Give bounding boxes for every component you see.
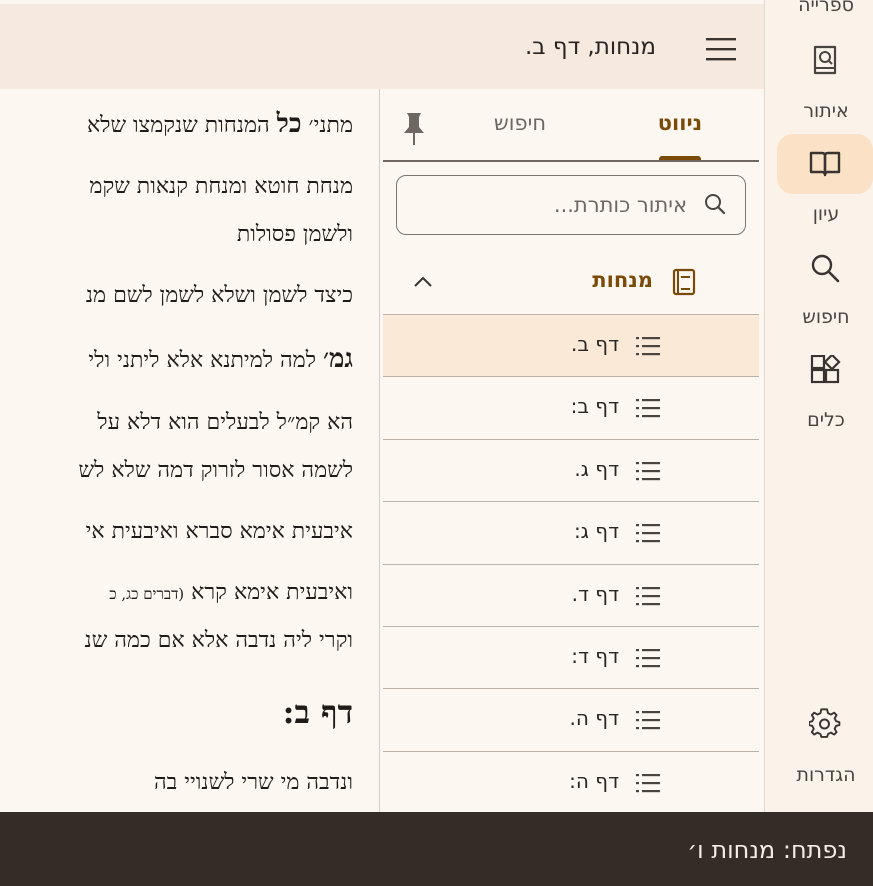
toc-item[interactable]: דף ג:: [383, 501, 759, 563]
toc-item-label: דף ד:: [571, 644, 619, 668]
daf-heading: דף ב:: [282, 693, 353, 731]
toc-item-label: דף ב:: [570, 394, 619, 419]
tab-search[interactable]: חיפוש: [485, 111, 555, 141]
toc-item[interactable]: דף ד:: [383, 626, 759, 688]
text-line: איבעית אימא סברא ואיבעית אי: [85, 519, 353, 544]
toc-item[interactable]: דף ה.: [383, 688, 759, 750]
tools-icon: [777, 341, 873, 401]
rail-item-label: כלים: [807, 409, 845, 431]
navigation-rail: ספרייה איתור עיון חיפוש כלים הגדרות: [764, 0, 873, 812]
toc-item-label: דף ג.: [574, 456, 619, 481]
hamburger-icon: [706, 38, 736, 61]
list-icon: [636, 337, 660, 356]
list-icon: [636, 586, 660, 605]
list-icon: [636, 524, 660, 543]
toc-item[interactable]: דף ה:: [383, 750, 759, 813]
list-icon: [636, 773, 660, 792]
text-line: ולשמן פסולות: [236, 222, 353, 247]
chevron-up-icon[interactable]: [411, 270, 435, 294]
page-title: מנחות, דף ב.: [524, 34, 656, 60]
text-line: וקרי ליה נדבה אלא אם כמה שנ: [84, 628, 353, 653]
toc-item[interactable]: דף ד.: [383, 563, 759, 626]
toc-search-field[interactable]: [396, 175, 746, 235]
toc-search-input[interactable]: [457, 182, 687, 228]
tab-divider: [383, 160, 759, 162]
text-line: מתני׳ כל המנחות שנקמצו שלא: [86, 109, 353, 139]
rail-item-label: הגדרות: [796, 764, 856, 786]
book-icon: [672, 268, 696, 296]
rail-item-label: איתור: [803, 100, 849, 122]
toc-item-label: דף ב.: [571, 332, 619, 356]
rail-item-label: עיון: [812, 203, 840, 225]
settings-icon: [777, 694, 873, 754]
pin-icon: [404, 113, 424, 145]
text-line: גמ׳ למה למיתנא אלא ליתני ולי: [88, 344, 353, 374]
toc-item-label: דף ד.: [571, 581, 619, 606]
text-line: ואיבעית אימא קרא (דברים כג, כ: [109, 580, 353, 605]
pin-button[interactable]: [398, 111, 430, 147]
text-line: כיצד לשמן ושלא לשמן לשם מנ: [85, 283, 353, 308]
snackbar-message: נפתח: מנחות ו׳: [687, 836, 847, 864]
toc-item-label: דף ג:: [573, 519, 619, 544]
list-icon: [636, 649, 660, 668]
navigation-panel: חיפוש ניווט מנחות דף ב. דף ב: דף ג. דף ג: דף…: [379, 89, 764, 812]
reader-header: מנחות, דף ב.: [0, 4, 764, 89]
tab-navigation[interactable]: ניווט: [645, 111, 715, 141]
open-book-icon: [777, 134, 873, 194]
text-line: ונדבה מי שרי לשנויי בה: [154, 770, 353, 795]
list-icon: [636, 461, 660, 480]
text-line: מנחת חוטא ומנחת קנאות שקמ: [89, 174, 353, 199]
snackbar: נפתח: מנחות ו׳: [0, 812, 873, 886]
toc-item-label: דף ה.: [569, 706, 620, 731]
book-header-row[interactable]: מנחות: [383, 254, 759, 314]
search-icon: [777, 238, 873, 298]
text-reader[interactable]: מתני׳ כל המנחות שנקמצו שלא מנחת חוטא ומנ…: [0, 89, 379, 812]
toc-item[interactable]: דף ב.: [383, 314, 759, 376]
toc-item[interactable]: דף ב:: [383, 376, 759, 438]
search-icon: [705, 194, 726, 215]
hamburger-menu-button[interactable]: [704, 34, 738, 68]
toc-item[interactable]: דף ג.: [383, 438, 759, 501]
rail-item-label: חיפוש: [802, 306, 850, 328]
text-line: לשמה אסור לזרוק דמה שלא לש: [78, 458, 353, 483]
list-icon: [636, 711, 660, 730]
list-icon: [636, 399, 660, 418]
rail-item-label: ספרייה: [798, 0, 854, 16]
text-line: הא קמ״ל לבעלים הוא דלא על: [97, 410, 353, 435]
book-title: מנחות: [592, 268, 653, 292]
toc-item-label: דף ה:: [569, 768, 619, 793]
find-book-icon: [777, 30, 873, 90]
